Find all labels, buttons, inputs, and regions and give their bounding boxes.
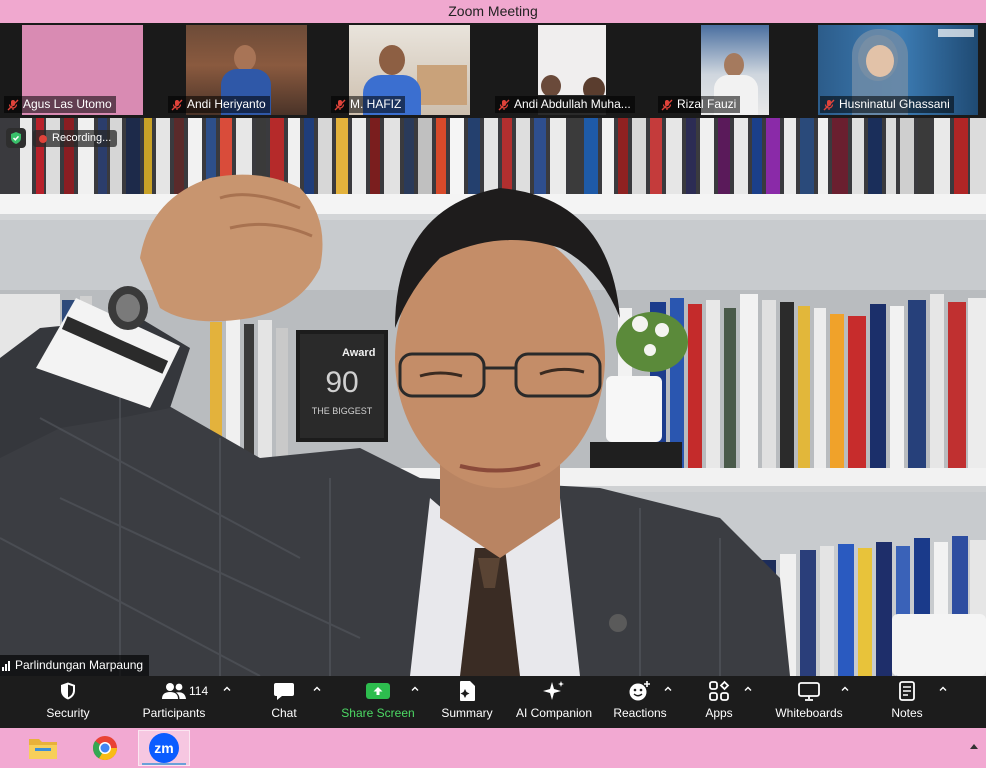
- security-button[interactable]: Security: [35, 676, 101, 728]
- taskbar-chrome[interactable]: [79, 730, 131, 766]
- notes-button[interactable]: Notes: [882, 676, 932, 728]
- top-bookshelf: [0, 118, 986, 198]
- recording-label: Recording...: [52, 132, 112, 144]
- notes-icon: [899, 681, 915, 701]
- participant-name-label: Rizal Fauzi: [658, 96, 741, 113]
- participants-count: 114: [189, 684, 209, 698]
- share-screen-button[interactable]: Share Screen: [338, 676, 418, 728]
- apps-icon: [709, 680, 730, 701]
- participant-tile[interactable]: Andi Heriyanto: [166, 25, 326, 115]
- apps-button[interactable]: Apps: [694, 676, 744, 728]
- shield-icon: [61, 682, 75, 700]
- chrome-icon: [92, 736, 117, 761]
- show-hidden-icons-arrow-icon[interactable]: [970, 744, 978, 749]
- participant-tile[interactable]: Agus Las Utomo: [2, 25, 162, 115]
- whiteboards-button[interactable]: Whiteboards: [770, 676, 848, 728]
- recording-indicator[interactable]: Recording...: [33, 130, 118, 147]
- encryption-shield-icon[interactable]: [6, 128, 26, 148]
- whiteboards-options-caret-icon[interactable]: [840, 684, 850, 694]
- ai-companion-button[interactable]: AI Companion: [511, 676, 597, 728]
- os-taskbar: zm: [0, 728, 986, 768]
- participant-name-label: M. HAFIZ: [331, 96, 406, 113]
- reactions-options-caret-icon[interactable]: [663, 684, 673, 694]
- chat-icon: [274, 683, 294, 700]
- reactions-emoji-icon: [629, 681, 650, 701]
- summary-icon: [460, 681, 475, 701]
- mic-muted-icon: [823, 99, 835, 111]
- whiteboard-icon: [798, 682, 820, 701]
- window-title: Zoom Meeting: [448, 3, 538, 19]
- chat-options-caret-icon[interactable]: [312, 684, 322, 694]
- file-explorer-icon: [29, 739, 57, 759]
- speaker-name: Parlindungan Marpaung: [15, 658, 144, 672]
- participant-tile[interactable]: Rizal Fauzi: [656, 25, 816, 115]
- chat-button[interactable]: Chat: [259, 676, 309, 728]
- apps-options-caret-icon[interactable]: [743, 684, 753, 694]
- speaker-video-frame: Award 90 THE BIGGEST: [0, 118, 986, 676]
- meeting-toolbar: Security Participants 114 Chat Share Scr…: [0, 676, 986, 728]
- zoom-icon: zm: [149, 733, 179, 763]
- connection-signal-icon: [2, 660, 10, 671]
- main-video[interactable]: Award 90 THE BIGGEST: [0, 118, 986, 676]
- book-cover-subtitle: THE BIGGEST: [312, 406, 373, 416]
- notes-options-caret-icon[interactable]: [938, 684, 948, 694]
- title-bar[interactable]: Zoom Meeting: [0, 0, 986, 23]
- reactions-button[interactable]: Reactions: [609, 676, 671, 728]
- summary-button[interactable]: Summary: [436, 676, 498, 728]
- participant-tile[interactable]: M. HAFIZ: [329, 25, 489, 115]
- participant-name-label: Andi Abdullah Muha...: [495, 96, 635, 113]
- participant-name-label: Agus Las Utomo: [4, 96, 116, 113]
- speaker-name-label: Parlindungan Marpaung: [0, 655, 150, 676]
- participant-tile[interactable]: Andi Abdullah Muha...: [493, 25, 653, 115]
- recording-dot-icon: [39, 134, 47, 143]
- mic-muted-icon: [498, 99, 510, 111]
- participants-icon: [162, 683, 186, 699]
- participant-name-label: Husninatul Ghassani: [820, 96, 954, 113]
- participant-name-label: Andi Heriyanto: [168, 96, 270, 113]
- participant-tile[interactable]: Husninatul Ghassani: [818, 25, 978, 115]
- mic-muted-icon: [661, 99, 673, 111]
- mic-muted-icon: [7, 99, 19, 111]
- ai-sparkle-icon: [543, 681, 564, 700]
- participant-strip: Agus Las Utomo Andi Heriyanto M. HAFIZ A…: [0, 23, 986, 118]
- book-cover-number: 90: [325, 366, 358, 399]
- taskbar-zoom[interactable]: zm: [138, 730, 190, 766]
- share-screen-icon: [366, 683, 390, 699]
- taskbar-file-explorer[interactable]: [17, 730, 69, 766]
- participants-options-caret-icon[interactable]: [222, 684, 232, 694]
- book-cover-title: Award: [342, 347, 375, 359]
- share-options-caret-icon[interactable]: [410, 684, 420, 694]
- mic-muted-icon: [334, 99, 346, 111]
- mic-muted-icon: [171, 99, 183, 111]
